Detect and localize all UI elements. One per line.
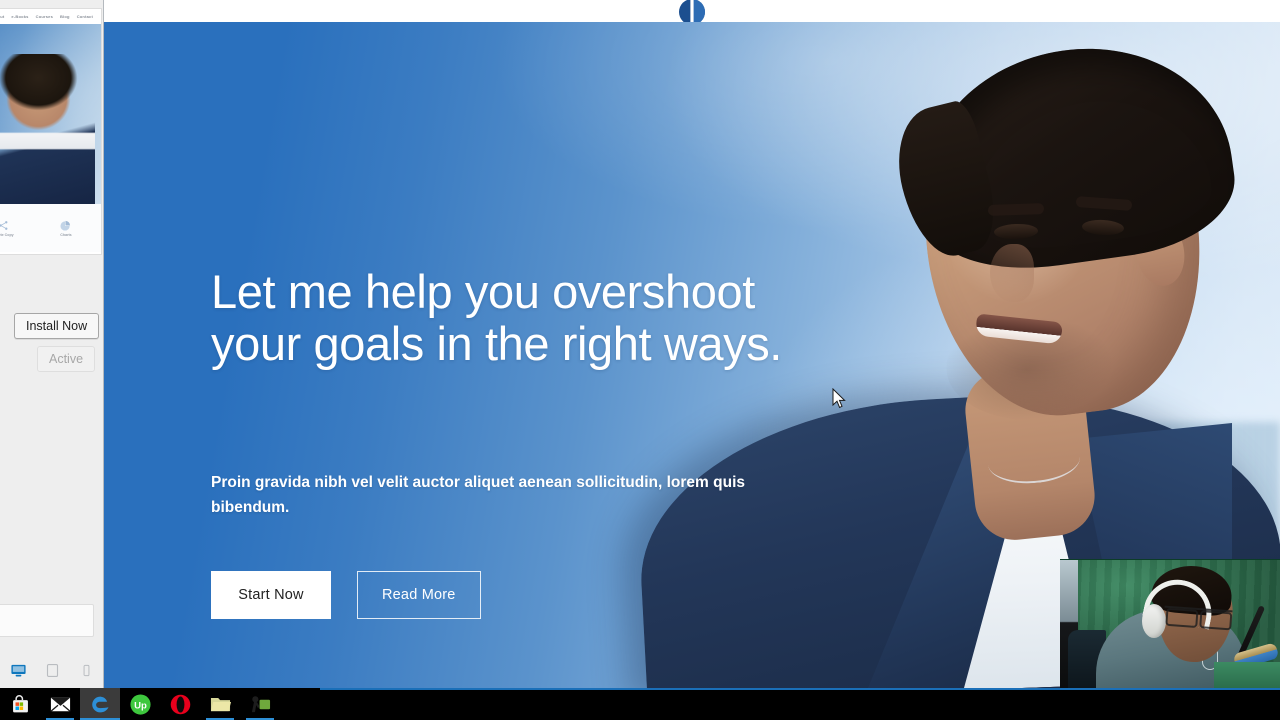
site-header [104,0,1280,22]
svg-text:Up: Up [134,700,147,711]
opera-icon [170,694,190,714]
pie-chart-icon [60,220,71,231]
device-preview-toolbar [0,652,103,688]
feature-label: Charts [60,232,72,237]
desktop-icon [11,664,26,676]
mobile-preview-button[interactable] [78,662,95,679]
taskbar-item-microsoft-store[interactable] [0,688,40,720]
upwork-icon: Up [129,693,151,715]
taskbar-item-upwork[interactable]: Up [120,688,160,720]
theme-search-input[interactable]: ns [0,604,94,637]
taskbar-item-opera[interactable] [160,688,200,720]
taskbar-item-screen-recorder[interactable] [240,688,280,720]
desktop-preview-button[interactable] [10,662,27,679]
theme-card-hero [0,24,101,204]
hero-subtitle: Proin gravida nibh vel velit auctor aliq… [211,474,746,516]
start-now-button[interactable]: Start Now [211,571,331,619]
theme-nav-item-courses[interactable]: Courses [36,14,53,19]
edge-icon [92,696,109,713]
screen-recorder-icon [251,695,270,712]
file-explorer-icon [210,697,231,711]
feature-delete-copy: Delete Copy [0,220,14,237]
active-theme-button: Active [37,346,96,372]
theme-card-hero-photo [0,54,95,204]
share-nodes-icon [0,220,8,230]
theme-card-features: Quick Copy Delete Copy Charts [0,204,101,252]
tablet-preview-button[interactable] [44,662,61,679]
feature-charts: Charts [60,220,72,237]
taskbar-item-mail[interactable] [40,688,80,720]
theme-nav-item-contact[interactable]: Contact [77,14,93,19]
feature-label: Delete Copy [0,232,14,237]
theme-card-nav: Home About e-Books Courses Blog Contact [0,9,101,24]
taskbar-item-edge[interactable] [80,688,120,720]
webcam-foreground-blur [1214,662,1280,688]
read-more-button[interactable]: Read More [357,571,481,619]
theme-nav-item-blog[interactable]: Blog [60,14,70,19]
glasses-icon [1163,605,1233,628]
webcam-overlay[interactable] [1060,559,1280,688]
taskbar-accent-line [320,688,1280,690]
theme-nav-item-ebooks[interactable]: e-Books [11,14,28,19]
theme-nav-item-about[interactable]: About [0,14,4,19]
tablet-icon [46,663,59,677]
install-now-button[interactable]: Install Now [14,313,100,339]
customizer-sidebar: Home About e-Books Courses Blog Contact … [0,0,104,688]
microsoft-store-icon [12,694,28,712]
theme-preview-card[interactable]: Home About e-Books Courses Blog Contact … [0,8,102,255]
mouse-cursor [832,388,846,409]
hero-title: Let me help you overshoot your goals in … [211,265,782,370]
site-logo-icon[interactable] [664,0,720,22]
mail-icon [49,697,71,712]
windows-taskbar: Up [0,688,1280,720]
logo-glyph [679,0,705,22]
hero-cta-group: Start Now Read More [211,571,481,619]
mobile-icon [83,664,90,676]
headphones-earcup-icon [1142,604,1166,638]
taskbar-item-file-explorer[interactable] [200,688,240,720]
